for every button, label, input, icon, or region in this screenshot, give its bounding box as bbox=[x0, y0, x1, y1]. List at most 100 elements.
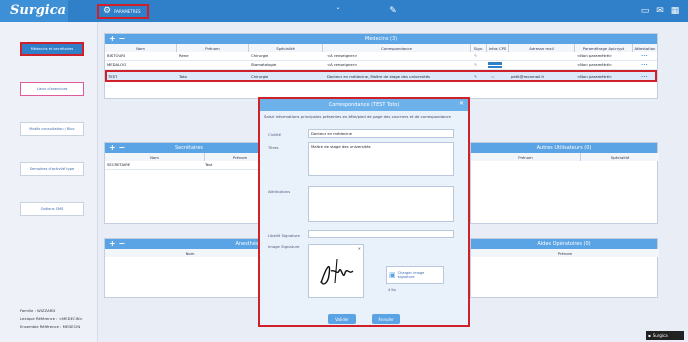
cell-prenom: Test bbox=[205, 162, 213, 167]
cell-prenom: Toto bbox=[179, 74, 187, 79]
signature-image: ✕ bbox=[308, 244, 364, 298]
card-icon[interactable]: ▭ bbox=[491, 73, 495, 81]
libelle-signature-label: Libellé Signature bbox=[268, 233, 300, 238]
cell-specialite: Chirurgie bbox=[251, 53, 269, 58]
cell-apicrypt: <Non paramétré> bbox=[577, 53, 613, 58]
attributions-textarea[interactable] bbox=[308, 186, 454, 222]
table-row-selected[interactable]: TEST Toto Chirurgie Docteur en médecine,… bbox=[105, 70, 657, 82]
image-signature-label: Image Signature bbox=[268, 244, 300, 249]
cell-nom: TEST bbox=[108, 74, 118, 79]
col-adresse-mail[interactable]: Adresse mail bbox=[509, 44, 575, 52]
autres-panel: Autres Utilisateurs (0) Prénom Spécialit… bbox=[470, 142, 659, 224]
sidebar-item-label: Lieux d'exercices bbox=[36, 87, 68, 91]
more-icon[interactable]: ••• bbox=[641, 61, 648, 69]
anesthesistes-panel-header: + − Anesthésis bbox=[105, 239, 273, 249]
pencil-icon[interactable]: ✎ bbox=[474, 73, 477, 81]
app-badge-label: Surgica bbox=[652, 333, 668, 338]
chevron-down-icon[interactable]: ⌄ bbox=[332, 2, 344, 14]
autres-column-headers: Prénom Spécialité bbox=[471, 153, 659, 161]
anesthesistes-column-headers: Nom bbox=[105, 249, 275, 257]
cell-specialite: Stomatologie bbox=[251, 62, 277, 67]
titres-label: Titres bbox=[268, 145, 279, 150]
cell-nom: SECRETAIRE bbox=[107, 162, 131, 167]
close-icon[interactable]: ✕ bbox=[459, 100, 464, 107]
sidebar-item-label: Motifs consultation / Bloc bbox=[29, 127, 75, 131]
remove-image-icon[interactable]: ✕ bbox=[358, 246, 361, 251]
sidebar-item-semaines[interactable]: Semaines d'activité type bbox=[20, 162, 84, 176]
sidebar-item-medecins[interactable]: Médecins et secrétaires bbox=[20, 42, 84, 56]
sidebar-item-lieux[interactable]: Lieux d'exercices bbox=[20, 82, 84, 96]
secretaires-column-headers: Nom Prénom bbox=[105, 153, 275, 161]
secretaires-panel-header: + − Secrétaires bbox=[105, 143, 273, 153]
secretaires-rows: SECRETAIRE Test bbox=[105, 161, 273, 171]
cell-correspondance: <A renseigner> bbox=[327, 53, 358, 58]
parametrage-button[interactable]: ⚙ PARAMETRES bbox=[97, 4, 149, 19]
add-remove-controls[interactable]: + − bbox=[109, 239, 125, 249]
col-apicrypt[interactable]: Paramétrage Apicrypt bbox=[575, 44, 633, 52]
calendar-icon[interactable]: ▦ bbox=[669, 5, 681, 17]
pencil-icon[interactable]: ✎ bbox=[474, 61, 477, 69]
cps-card-icon-2 bbox=[488, 66, 502, 68]
signature-drawing bbox=[320, 258, 354, 285]
sidebar-item-motifs[interactable]: Motifs consultation / Bloc bbox=[20, 122, 84, 136]
add-remove-controls[interactable]: + − bbox=[109, 34, 125, 44]
medecins-panel: + − Médecins (3) Nom Prénom Spécialité C… bbox=[104, 33, 658, 99]
table-row[interactable]: MEDALOG Stomatologie <A renseigner> ✎ <N… bbox=[105, 61, 657, 70]
attributions-label: Attributions bbox=[268, 189, 291, 194]
more-icon[interactable]: ••• bbox=[641, 52, 648, 60]
add-remove-controls[interactable]: + − bbox=[109, 143, 125, 153]
medecins-panel-header: + − Médecins (3) bbox=[105, 34, 657, 44]
anesthesistes-panel: + − Anesthésis Nom bbox=[104, 238, 275, 298]
image-size: 4 Ko bbox=[388, 288, 396, 292]
col-attestation[interactable]: Attestation bbox=[633, 44, 657, 52]
app-logo: Surgica bbox=[10, 3, 67, 18]
sidebar bbox=[0, 22, 98, 342]
libelle-signature-input[interactable] bbox=[308, 230, 454, 238]
cell-correspondance: Docteur en médecine, Maître de stage des… bbox=[327, 74, 431, 79]
col-specialite[interactable]: Spécialité bbox=[249, 44, 323, 52]
autres-panel-header: Autres Utilisateurs (0) bbox=[471, 143, 657, 153]
cps-card-icon[interactable] bbox=[488, 62, 502, 65]
pencil-icon[interactable]: ✎ bbox=[387, 5, 399, 17]
top-bar-right bbox=[68, 0, 688, 22]
col-nom[interactable]: Nom bbox=[105, 249, 275, 257]
aides-title: Aides Opératoires (0) bbox=[537, 241, 591, 247]
gear-icon: ⚙ bbox=[103, 6, 112, 16]
civilite-label: Civilité bbox=[268, 132, 281, 137]
pencil-icon[interactable]: ✎ bbox=[474, 52, 477, 60]
table-row[interactable]: BISTOURI Rene Chirurgie <A renseigner> ✎… bbox=[105, 52, 657, 61]
medecins-title: Médecins (3) bbox=[364, 36, 398, 42]
validate-button[interactable]: Valider bbox=[328, 314, 356, 324]
app-badge-icon: ▪ bbox=[648, 333, 651, 338]
civilite-input[interactable]: Docteur en médecine bbox=[308, 129, 454, 138]
col-prenom[interactable]: Prénom bbox=[471, 153, 581, 161]
col-prenom[interactable]: Prénom bbox=[177, 44, 249, 52]
upload-signature-button[interactable]: ▣ Charger image signature bbox=[386, 266, 444, 284]
mail-icon[interactable]: ✉ bbox=[654, 5, 666, 17]
col-nom[interactable]: Nom bbox=[105, 153, 205, 161]
col-prenom[interactable]: Prénom bbox=[471, 249, 659, 257]
col-sign[interactable]: Sign. bbox=[471, 44, 487, 52]
col-infos-cps[interactable]: Infos CPS bbox=[487, 44, 509, 52]
sidebar-item-label: Semaines d'activité type bbox=[29, 167, 75, 171]
cell-apicrypt: <Non paramétré> bbox=[577, 62, 613, 67]
aides-column-headers: Prénom bbox=[471, 249, 659, 257]
cell-prenom: Rene bbox=[179, 53, 189, 58]
col-nom[interactable]: Nom bbox=[105, 44, 177, 52]
titres-textarea[interactable]: Maître de stage des universités bbox=[308, 142, 454, 176]
col-specialite[interactable]: Spécialité bbox=[581, 153, 659, 161]
col-correspondance[interactable]: Correspondance bbox=[323, 44, 471, 52]
more-icon[interactable]: ••• bbox=[641, 73, 648, 81]
correspondance-modal: Correspondance (TEST Toto) ✕ Saisir info… bbox=[258, 97, 470, 327]
cell-specialite: Chirurgie bbox=[251, 74, 269, 79]
table-row[interactable]: SECRETAIRE Test bbox=[105, 161, 273, 170]
modal-title: Correspondance (TEST Toto) bbox=[328, 102, 400, 108]
app-badge: ▪ Surgica bbox=[646, 331, 684, 340]
cell-nom: BISTOURI bbox=[107, 53, 125, 58]
screen-icon[interactable]: ▭ bbox=[639, 5, 651, 17]
sidebar-item-options-sms[interactable]: Options SMS bbox=[20, 202, 84, 216]
footer-ensemble: Ensemble Référence : MEDECIN bbox=[20, 324, 81, 329]
medecins-column-headers: Nom Prénom Spécialité Correspondance Sig… bbox=[105, 44, 657, 52]
secretaires-panel: + − Secrétaires Nom Prénom SECRETAIRE Te… bbox=[104, 142, 275, 224]
cancel-button[interactable]: Annuler bbox=[372, 314, 400, 324]
